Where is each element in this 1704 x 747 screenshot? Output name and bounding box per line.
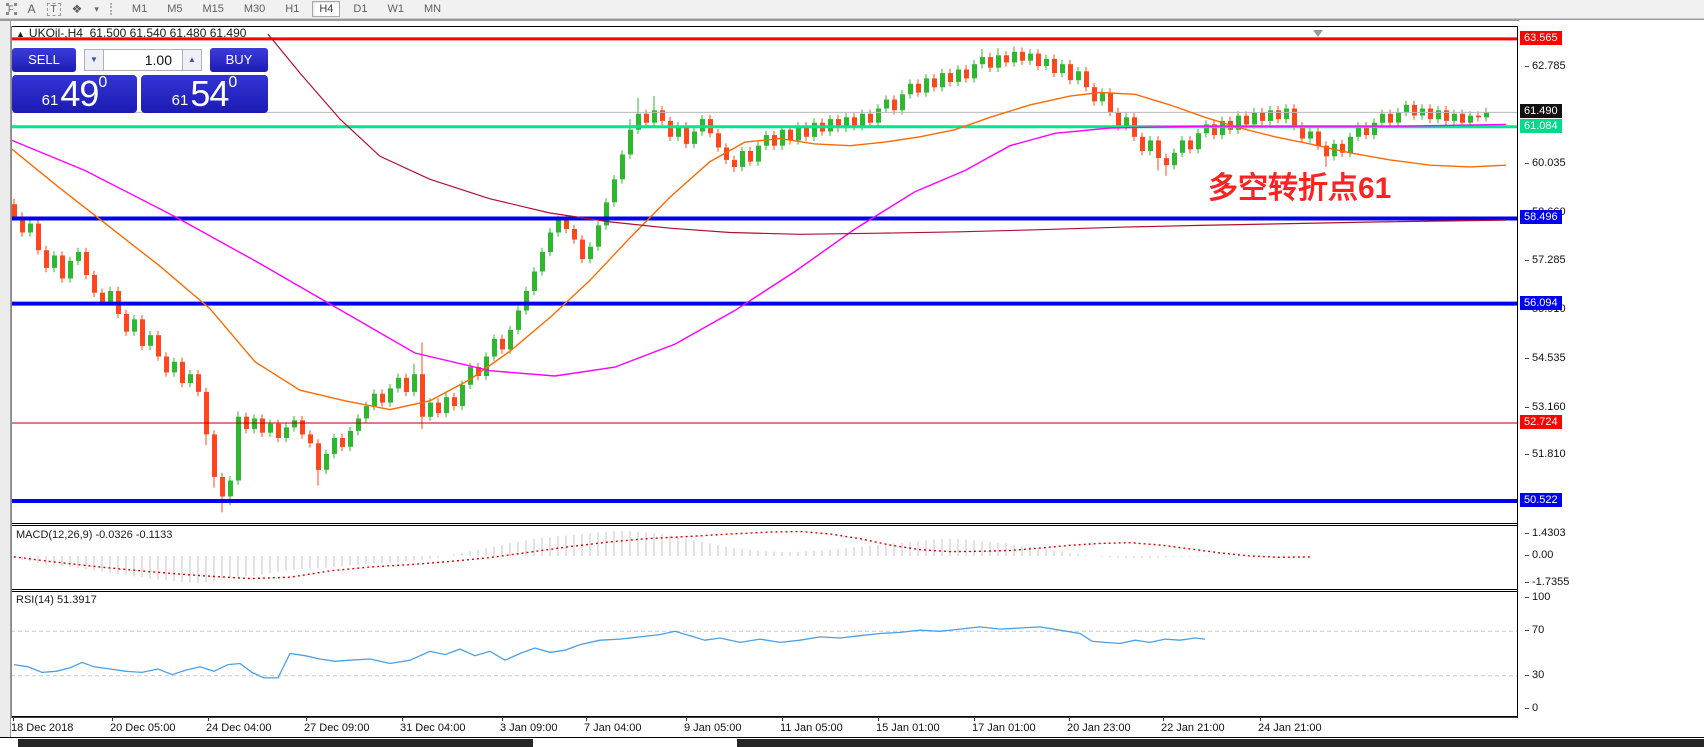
sell-button[interactable]: SELL <box>12 48 76 72</box>
text-box-icon[interactable]: T <box>47 3 61 16</box>
timeframe-h4-button[interactable]: H4 <box>312 1 340 17</box>
chart-toolbar: F A T ❖ ▾ M1 M5 M15 M30 H1 H4 D1 W1 MN <box>0 0 1704 19</box>
time-axis-tick <box>782 718 783 721</box>
time-axis-label: 11 Jan 05:00 <box>780 722 843 734</box>
time-axis-label: 3 Jan 09:00 <box>500 722 558 734</box>
rsi-group <box>11 627 1518 678</box>
time-axis-label: 18 Dec 2018 <box>11 722 73 734</box>
time-axis-label: 24 Dec 04:00 <box>206 722 271 734</box>
price-axis-tick: 57.285 <box>1525 254 1566 266</box>
time-axis-label: 24 Jan 21:00 <box>1258 722 1322 734</box>
buy-price-big-digits: 54 <box>190 77 228 111</box>
macd-axis-tick: 0.00 <box>1525 549 1553 561</box>
rsi-axis-tick: 100 <box>1525 591 1550 603</box>
price-axis[interactable]: 62.78560.03558.66057.28555.91054.53553.1… <box>1519 20 1704 739</box>
timeframe-m15-button[interactable]: M15 <box>195 1 230 17</box>
time-axis-label: 17 Jan 01:00 <box>972 722 1036 734</box>
time-axis-label: 9 Jan 05:00 <box>684 722 742 734</box>
cursor-mode-icon[interactable]: ❖ <box>67 2 88 16</box>
time-axis-tick <box>112 718 113 721</box>
window-left-edge <box>0 21 11 747</box>
price-level-badge: 52.724 <box>1520 415 1562 429</box>
price-level-badge: 61.490 <box>1520 104 1562 118</box>
time-axis-label: 31 Dec 04:00 <box>400 722 465 734</box>
timeframe-mn-button[interactable]: MN <box>417 1 448 17</box>
time-axis-tick <box>1260 718 1261 721</box>
time-axis-label: 7 Jan 04:00 <box>584 722 642 734</box>
timeframe-h1-button[interactable]: H1 <box>278 1 306 17</box>
time-axis-tick <box>208 718 209 721</box>
sell-price-big-digits: 49 <box>60 77 98 111</box>
chart-symbol-label: UKOil-,H4 <box>29 26 83 40</box>
toolbar-gripper <box>110 3 115 15</box>
rsi-line <box>14 627 1205 678</box>
price-axis-tick: 53.160 <box>1525 401 1566 413</box>
time-axis-tick <box>586 718 587 721</box>
sell-price-pip-digit: 0 <box>98 76 107 90</box>
time-axis[interactable]: 18 Dec 2018 20 Dec 05:00 24 Dec 04:00 27 De… <box>11 718 1519 737</box>
time-axis-tick <box>502 718 503 721</box>
rsi-axis-tick: 30 <box>1525 669 1544 681</box>
time-axis-tick <box>974 718 975 721</box>
shift-marker-icon[interactable] <box>1313 30 1323 37</box>
price-level-badge: 58.496 <box>1520 210 1562 224</box>
time-axis-tick <box>402 718 403 721</box>
rsi-axis-tick: 70 <box>1525 624 1544 636</box>
sell-price-handle: 61 <box>42 91 59 111</box>
bottom-scroll-strip <box>0 737 1704 747</box>
time-axis-label: 27 Dec 09:00 <box>304 722 369 734</box>
time-axis-tick <box>1069 718 1070 721</box>
text-label-icon[interactable]: A <box>23 2 41 16</box>
timeframe-d1-button[interactable]: D1 <box>346 1 374 17</box>
timeframe-m30-button[interactable]: M30 <box>237 1 272 17</box>
price-axis-tick: 62.785 <box>1525 60 1566 72</box>
timeframe-m5-button[interactable]: M5 <box>160 1 189 17</box>
time-axis-tick <box>686 718 687 721</box>
price-level-badge: 63.565 <box>1520 31 1562 45</box>
candles-group <box>12 47 1489 513</box>
time-axis-tick <box>13 718 14 721</box>
volume-decrease-button[interactable]: ▼ <box>84 49 104 71</box>
bottom-strip-segment <box>18 739 533 747</box>
price-axis-tick: 60.035 <box>1525 157 1566 169</box>
one-click-trade-panel: SELL ▼ 1.00 ▲ BUY 61490 61540 <box>12 47 268 113</box>
rsi-axis-tick: 0 <box>1525 702 1538 714</box>
buy-price-display[interactable]: 61540 <box>141 75 268 113</box>
time-axis-tick <box>878 718 879 721</box>
direction-up-icon: ▲ <box>16 29 25 39</box>
time-axis-tick <box>306 718 307 721</box>
macd-axis-tick: 1.4303 <box>1525 527 1566 539</box>
chart-text-annotation: 多空转折点61 <box>1208 163 1391 207</box>
sell-price-display[interactable]: 61490 <box>12 75 137 113</box>
price-level-badge: 50.522 <box>1520 493 1562 507</box>
time-axis-label: 22 Jan 21:00 <box>1161 722 1225 734</box>
macd-group <box>14 531 1310 583</box>
time-axis-label: 15 Jan 01:00 <box>876 722 940 734</box>
bottom-strip-segment <box>737 739 1704 747</box>
volume-increase-button[interactable]: ▲ <box>182 49 202 71</box>
macd-indicator-label: MACD(12,26,9) -0.0326 -0.1133 <box>16 529 172 541</box>
time-axis-label: 20 Dec 05:00 <box>110 722 175 734</box>
price-axis-tick: 54.535 <box>1525 352 1566 364</box>
timeframe-m1-button[interactable]: M1 <box>125 1 154 17</box>
chart-ohlc-values: 61.500 61.540 61.480 61.490 <box>90 26 247 40</box>
pane-separators <box>11 26 1518 718</box>
price-level-badge: 61.084 <box>1520 119 1562 133</box>
pattern-f-icon[interactable]: F <box>6 3 17 15</box>
buy-button[interactable]: BUY <box>210 48 268 72</box>
trading-app-window: F A T ❖ ▾ M1 M5 M15 M30 H1 H4 D1 W1 MN ▲… <box>0 0 1704 747</box>
buy-price-handle: 61 <box>172 91 189 111</box>
chart-canvas[interactable] <box>11 20 1519 718</box>
buy-price-pip-digit: 0 <box>228 76 237 90</box>
macd-axis-tick: -1.7355 <box>1525 576 1569 588</box>
price-level-badge: 56.094 <box>1520 296 1562 310</box>
volume-input[interactable]: 1.00 <box>104 49 182 71</box>
time-axis-label: 20 Jan 23:00 <box>1067 722 1131 734</box>
price-axis-tick: 51.810 <box>1525 448 1566 460</box>
dropdown-caret-icon[interactable]: ▾ <box>93 4 100 15</box>
rsi-indicator-label: RSI(14) 51.3917 <box>16 594 97 606</box>
timeframe-w1-button[interactable]: W1 <box>380 1 411 17</box>
time-axis-tick <box>1163 718 1164 721</box>
chart-title: ▲ UKOil-,H4 61.500 61.540 61.480 61.490 <box>16 26 246 40</box>
